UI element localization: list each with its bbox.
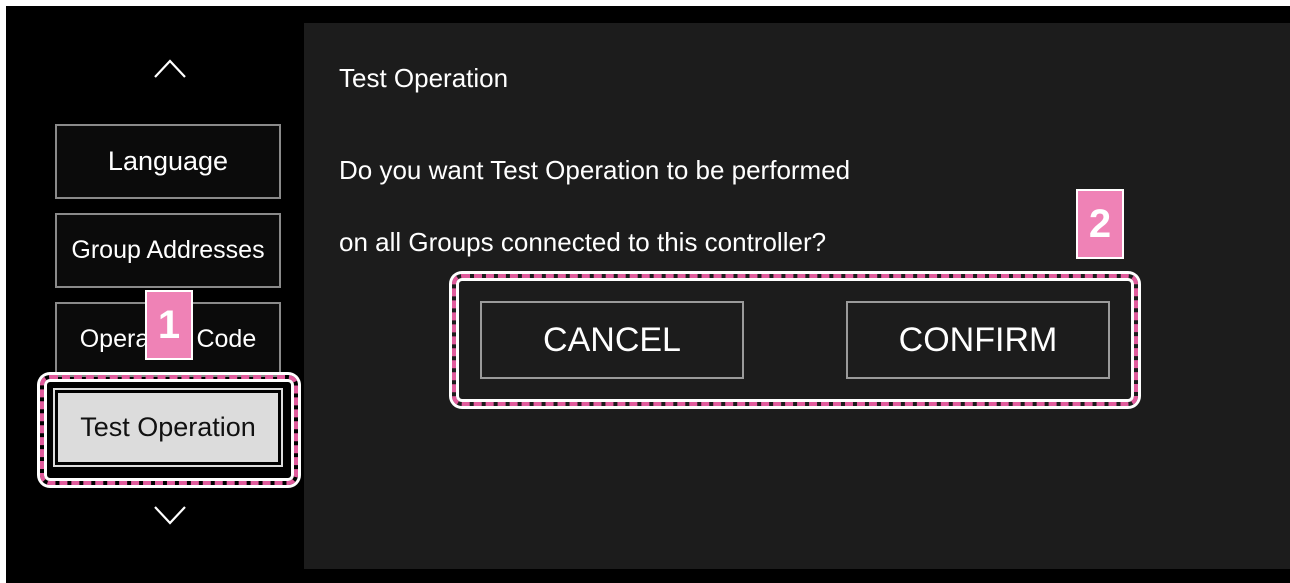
step-1-highlight-frame — [40, 375, 298, 485]
controller-screen: Language Group Addresses Operation Code … — [6, 6, 1290, 583]
sidebar-item-label: Group Addresses — [71, 236, 265, 264]
step-2-highlight-frame — [452, 274, 1138, 406]
confirmation-message-line-2: on all Groups connected to this controll… — [339, 227, 827, 257]
confirmation-message-line-1: Do you want Test Operation to be perform… — [339, 155, 851, 185]
callout-number: 2 — [1088, 201, 1112, 246]
chevron-up-icon[interactable] — [152, 56, 188, 80]
step-1-callout-badge: 1 — [145, 290, 193, 360]
sidebar-item-language[interactable]: Language — [55, 124, 281, 199]
step-2-callout-badge: 2 — [1076, 189, 1124, 259]
panel-title: Test Operation — [339, 63, 509, 93]
sidebar-item-label: Language — [107, 146, 229, 176]
chevron-down-icon[interactable] — [152, 504, 188, 528]
sidebar-item-group-addresses[interactable]: Group Addresses — [55, 213, 281, 288]
callout-number: 1 — [157, 302, 181, 347]
